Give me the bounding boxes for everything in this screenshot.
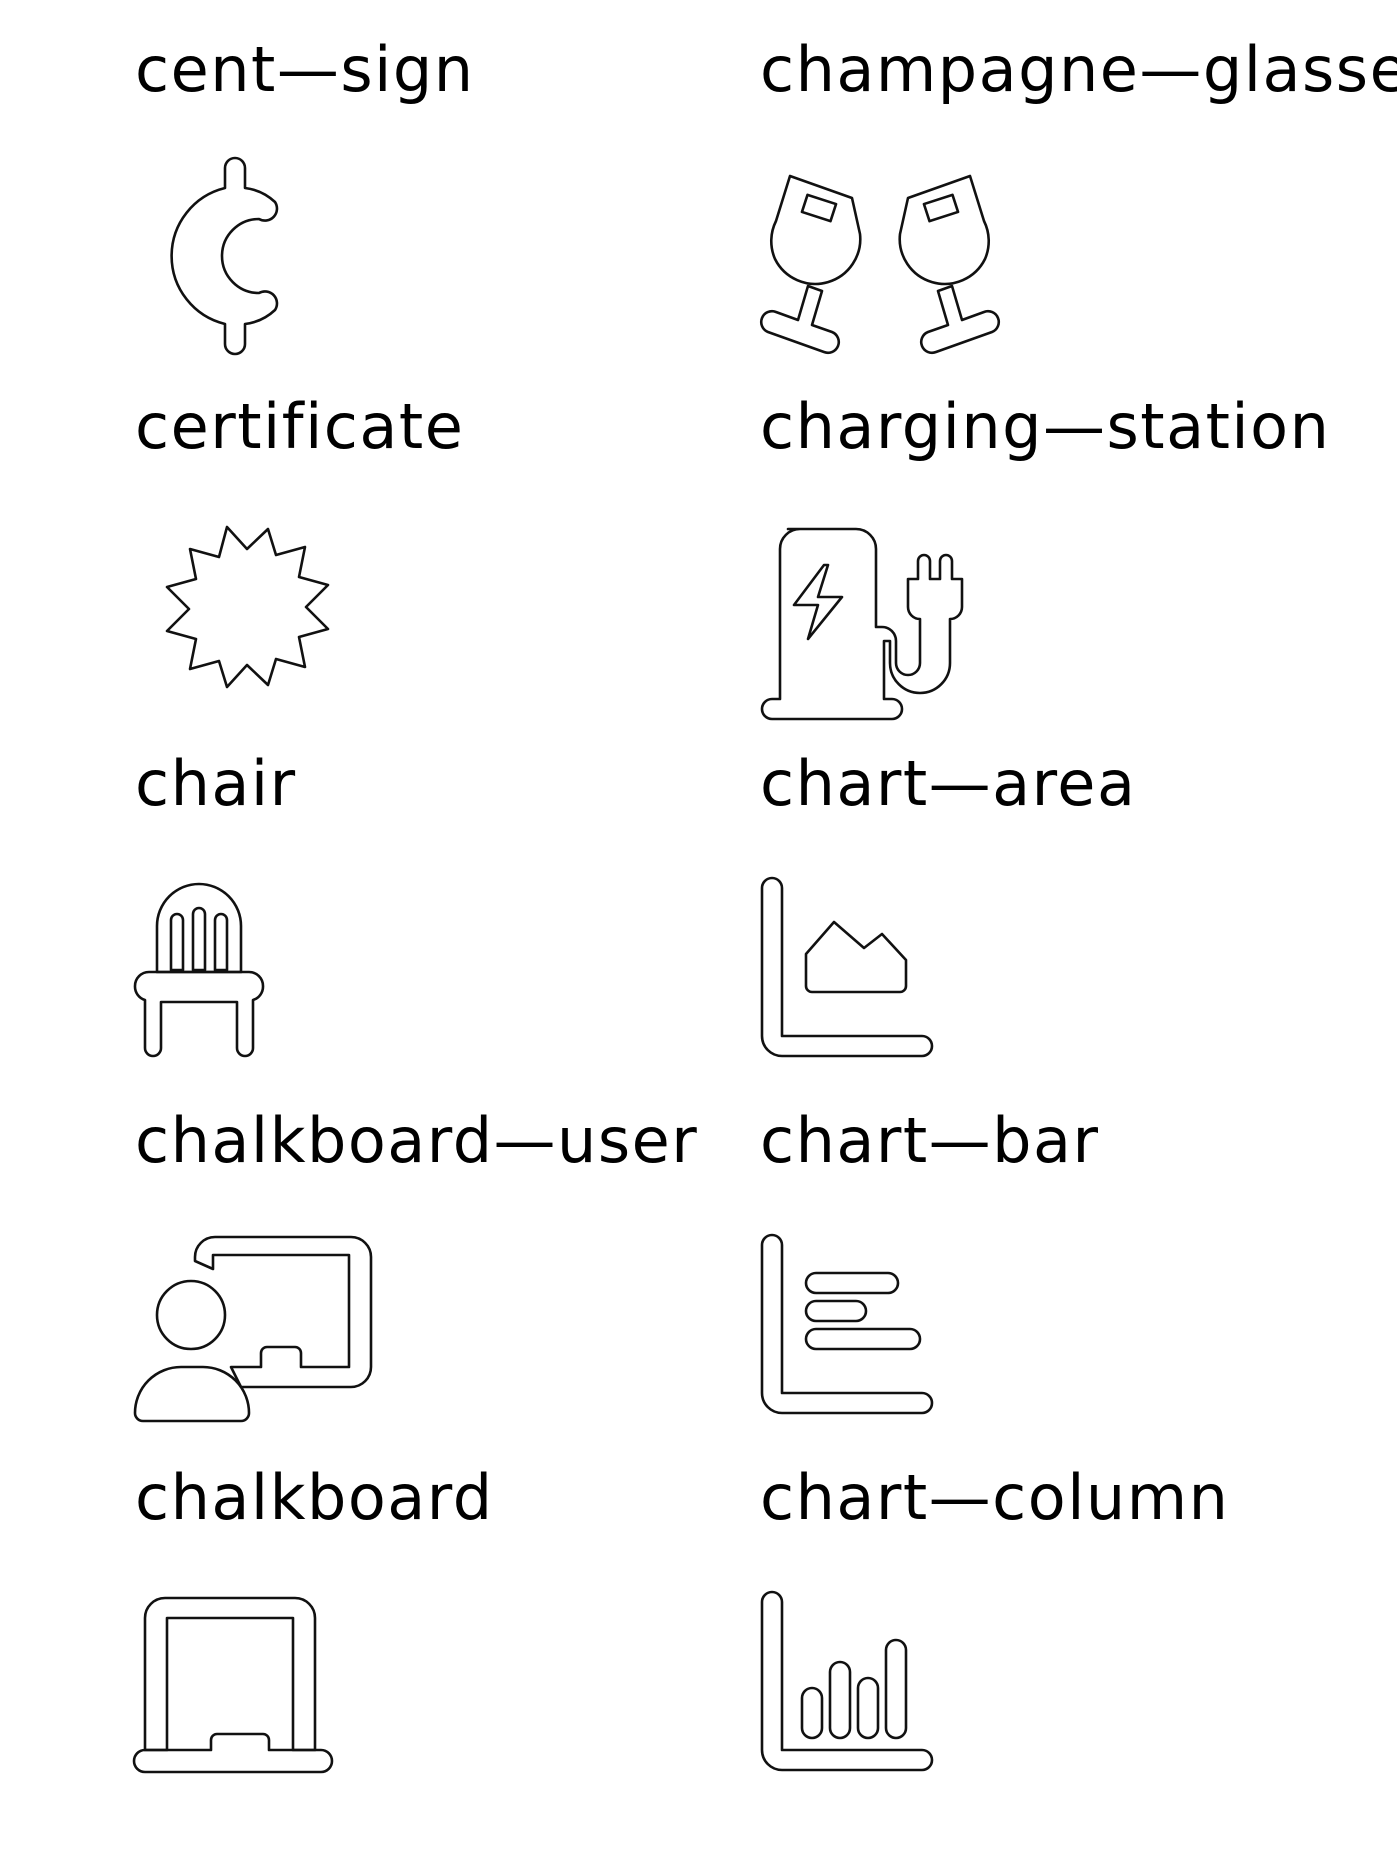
chart-bar-icon	[760, 1233, 1000, 1425]
icon-label: chart—column	[760, 1461, 1230, 1534]
icon-tile-chart-bar: chart—bar	[760, 1071, 1397, 1428]
icon-tile-chalkboard: chalkboard	[132, 1428, 795, 1785]
icon-tile-chart-area: chart—area	[760, 714, 1397, 1071]
chalkboard-user-icon	[133, 1235, 375, 1425]
icon-label: chart—bar	[760, 1104, 1100, 1177]
icon-tile-chart-column: chart—column	[760, 1428, 1397, 1785]
chart-column-icon	[760, 1590, 1000, 1782]
certificate-icon	[135, 521, 375, 711]
icon-label: chalkboard—user	[135, 1104, 699, 1177]
icon-label: chalkboard	[135, 1461, 494, 1534]
icon-tile-charging-station: charging—station	[760, 357, 1397, 721]
icon-tile-certificate: certificate	[135, 357, 795, 714]
icon-label: chart—area	[760, 747, 1137, 820]
icon-tile-chalkboard-user: chalkboard—user	[133, 1071, 795, 1428]
chair-icon	[133, 878, 375, 1068]
icon-label: charging—station	[760, 390, 1331, 463]
icon-tile-champagne-glasses: champagne—glasses	[759, 0, 1397, 357]
icon-tile-cent-sign: cent—sign	[135, 0, 795, 357]
icon-label: certificate	[135, 390, 465, 463]
chart-area-icon	[760, 876, 1000, 1068]
icon-label: cent—sign	[135, 33, 475, 106]
cent-sign-icon	[135, 156, 375, 356]
icon-tile-chair: chair	[133, 714, 795, 1071]
champagne-glasses-icon	[759, 164, 1001, 355]
charging-station-icon	[760, 521, 1000, 721]
chalkboard-icon	[132, 1592, 375, 1782]
icon-label: champagne—glasses	[760, 33, 1397, 106]
icon-label: chair	[135, 747, 297, 820]
